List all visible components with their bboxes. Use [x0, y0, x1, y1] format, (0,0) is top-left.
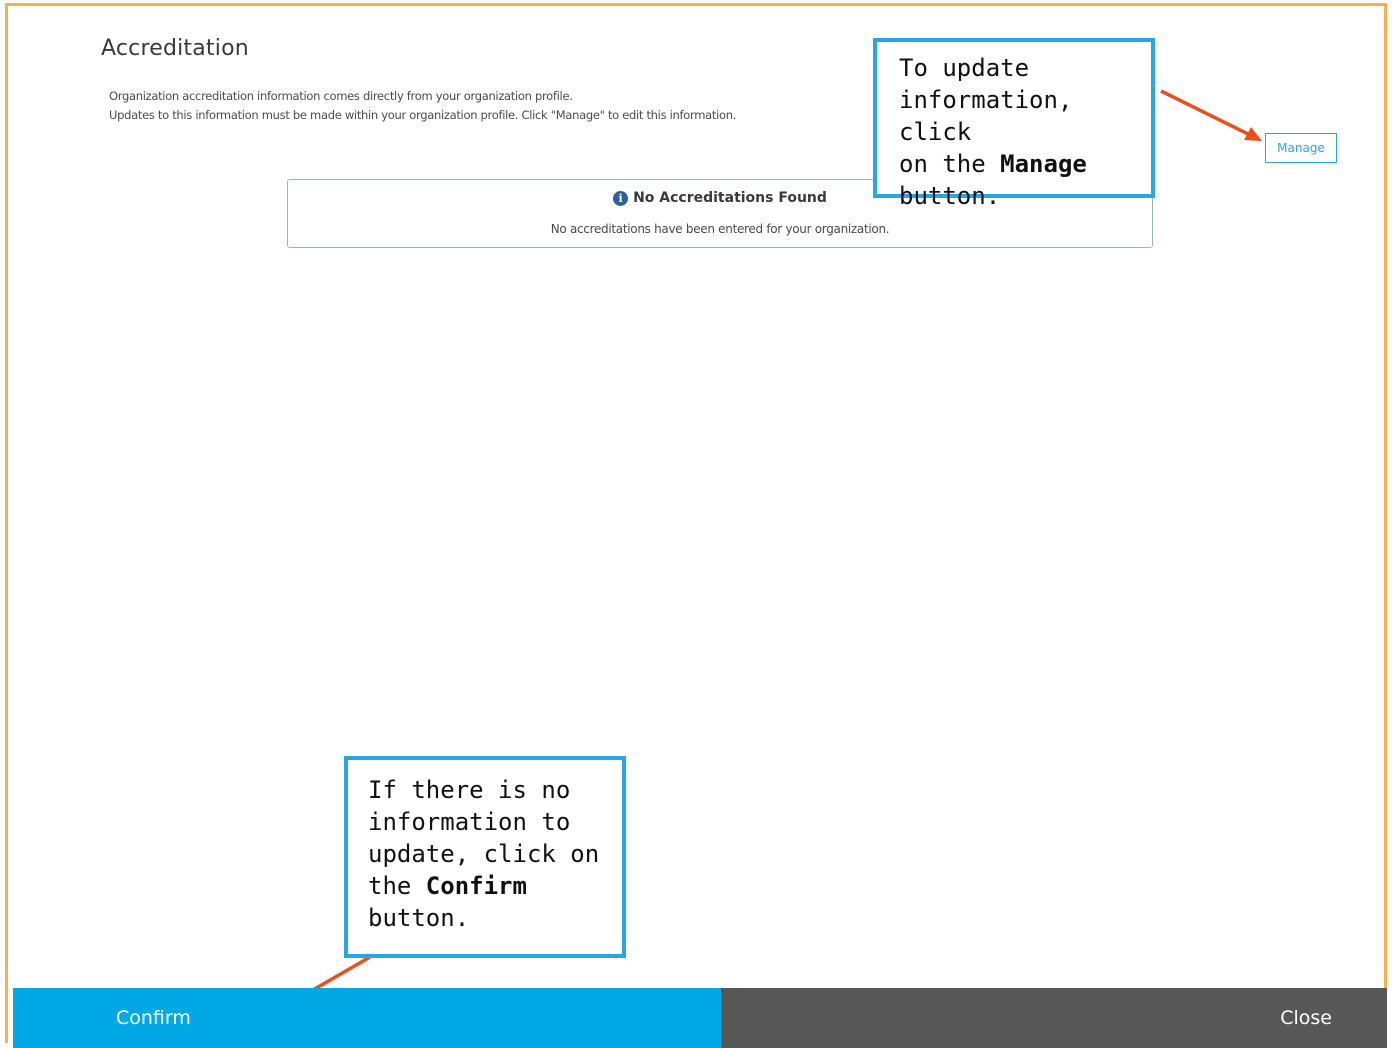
manage-callout: To update information, click on the Mana… [873, 38, 1155, 210]
manage-callout-line: on the Manage [899, 148, 1129, 180]
manage-callout-text: on the [899, 150, 1001, 178]
manage-callout-line: information, click [899, 86, 1073, 146]
confirm-button[interactable]: Confirm [13, 988, 721, 1048]
description-line-1: Organization accreditation information c… [109, 89, 573, 103]
info-icon: i [613, 190, 629, 206]
close-button[interactable]: Close [721, 988, 1387, 1048]
confirm-callout-emphasis: Confirm [425, 872, 527, 900]
manage-callout-line: button. [899, 182, 1001, 210]
confirm-callout-line: the Confirm [368, 870, 602, 902]
confirm-callout-line: update, click on [368, 840, 600, 868]
empty-state-message: No accreditations have been entered for … [550, 222, 890, 236]
confirm-callout: If there is no information to update, cl… [344, 756, 626, 958]
confirm-callout-line: information to [368, 808, 571, 836]
empty-state-title: No Accreditations Found [633, 190, 827, 206]
manage-callout-line: To update [899, 54, 1030, 82]
confirm-callout-text: the [368, 872, 426, 900]
confirm-callout-line: If there is no [368, 776, 571, 804]
dialog-frame [5, 3, 1387, 1043]
confirm-callout-line: button. [368, 904, 470, 932]
page-title: Accreditation [101, 36, 249, 61]
manage-callout-emphasis: Manage [1000, 150, 1087, 178]
description-line-2: Updates to this information must be made… [109, 108, 737, 122]
manage-button[interactable]: Manage [1265, 133, 1337, 163]
